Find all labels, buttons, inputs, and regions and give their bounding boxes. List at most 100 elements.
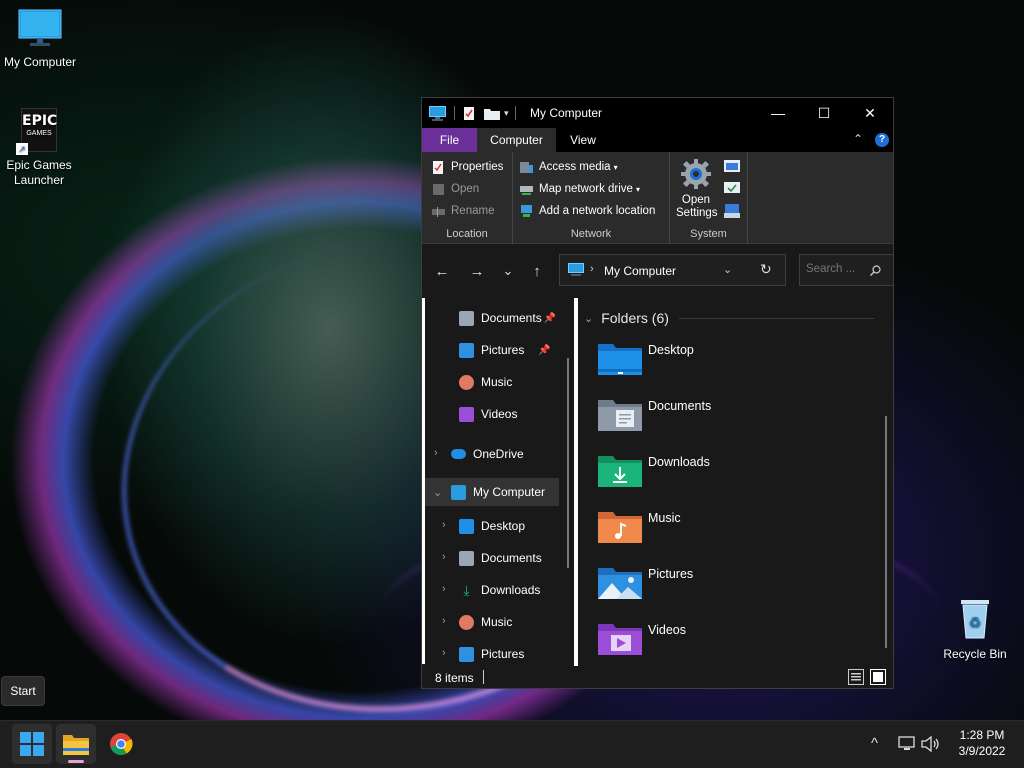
open-settings-button[interactable]: Open Settings [676, 158, 718, 220]
folder-downloads[interactable]: Downloads [598, 448, 798, 492]
system-properties-icon[interactable] [724, 182, 740, 196]
expand-chevron-icon[interactable]: › [434, 447, 438, 459]
manage-computer-icon[interactable] [724, 204, 740, 218]
uninstall-program-icon[interactable] [724, 160, 740, 174]
open-settings-label-line1: Open [681, 194, 711, 206]
expand-chevron-icon[interactable]: › [442, 519, 446, 531]
chrome-icon [110, 733, 133, 755]
downloads-folder-icon [598, 456, 642, 487]
tab-view[interactable]: View [556, 128, 610, 152]
nav-item-documents[interactable]: Documents [459, 546, 542, 570]
collapse-ribbon-icon[interactable]: ⌃ [853, 132, 863, 146]
volume-icon[interactable] [921, 736, 941, 752]
nav-item-pictures[interactable]: Pictures [459, 642, 524, 664]
add-network-location-button[interactable]: Add a network location [520, 202, 655, 220]
expand-chevron-icon[interactable]: › [442, 583, 446, 595]
maximize-button[interactable]: ☐ [801, 98, 847, 128]
access-media-button[interactable]: Access media ▾ [520, 158, 618, 176]
nav-item-label: Pictures [481, 647, 525, 661]
nav-item-onedrive[interactable]: OneDrive [451, 442, 524, 466]
taskbar-chrome-button[interactable] [101, 724, 141, 764]
collapse-chevron-icon[interactable]: ⌄ [433, 486, 442, 499]
ribbon-group-network: Access media ▾ Map network drive ▾ Add a… [513, 152, 670, 244]
music-folder-icon [598, 512, 642, 543]
music-icon [459, 614, 474, 630]
nav-item-my-computer[interactable]: My Computer [451, 480, 545, 504]
refresh-button[interactable]: ↻ [760, 261, 772, 278]
folder-videos[interactable]: Videos [598, 616, 798, 660]
network-icon[interactable] [898, 736, 916, 752]
nav-item-label: Pictures [481, 343, 525, 357]
ribbon-group-system: Open Settings System [670, 152, 748, 244]
clock[interactable]: 1:28 PM 3/9/2022 [950, 727, 1014, 759]
help-icon[interactable]: ? [875, 133, 889, 147]
nav-item-pictures-pinned[interactable]: Pictures 📌 [459, 338, 551, 362]
nav-item-music-pinned[interactable]: Music [459, 370, 512, 394]
monitor-icon [18, 9, 62, 46]
new-folder-qa-icon[interactable] [484, 107, 500, 120]
folder-music[interactable]: Music [598, 504, 798, 548]
network-location-icon [521, 204, 532, 217]
navpane-scrollbar[interactable] [567, 358, 569, 568]
content-scrollbar[interactable] [885, 416, 887, 648]
nav-item-music[interactable]: Music [459, 610, 512, 634]
expand-chevron-icon[interactable]: › [442, 615, 446, 627]
desktop-icon-recycle-bin[interactable]: ♻ Recycle Bin [935, 596, 1015, 662]
folder-label: Pictures [648, 567, 694, 581]
taskbar-file-explorer-button[interactable] [56, 724, 96, 764]
recycle-bin-icon: ♻ [961, 600, 989, 639]
navigation-pane[interactable]: Documents 📌 Pictures 📌 Music Videos › On… [422, 298, 574, 664]
rename-button[interactable]: Rename [432, 202, 494, 220]
forward-button[interactable]: → [465, 259, 489, 283]
nav-item-label: Desktop [481, 519, 526, 533]
qa-dropdown-icon[interactable]: ▾ [504, 108, 509, 119]
breadcrumb-my-computer[interactable]: My Computer [604, 264, 676, 278]
folder-pictures[interactable]: Pictures [598, 560, 798, 604]
back-button[interactable]: ← [430, 259, 454, 283]
content-pane[interactable]: ⌄ Folders (6) Desktop Documents Download… [578, 298, 893, 666]
close-button[interactable]: ✕ [847, 98, 893, 128]
svg-text:♻: ♻ [969, 615, 982, 631]
start-button[interactable] [12, 724, 52, 764]
pin-icon: 📌 [543, 312, 557, 324]
folder-documents[interactable]: Documents [598, 392, 798, 436]
show-hidden-icons-button[interactable]: ^ [871, 735, 878, 752]
title-bar[interactable]: ▾ My Computer — ☐ ✕ [422, 98, 893, 128]
nav-item-videos-pinned[interactable]: Videos [459, 402, 517, 426]
group-header-divider [678, 317, 874, 319]
properties-button[interactable]: Properties [432, 158, 503, 176]
address-dropdown-icon[interactable]: ⌄ [723, 263, 732, 276]
tab-computer[interactable]: Computer [477, 128, 556, 152]
epic-games-logo-icon: EPIC GAMES ↗ [16, 108, 57, 155]
expand-chevron-icon[interactable]: › [442, 551, 446, 563]
start-tooltip: Start [1, 676, 45, 706]
expand-chevron-icon[interactable]: › [442, 647, 446, 659]
tab-file[interactable]: File [422, 128, 477, 152]
minimize-button[interactable]: — [755, 98, 801, 128]
properties-icon [433, 160, 443, 174]
recent-locations-button[interactable]: ⌄ [496, 259, 520, 283]
separator [514, 106, 516, 120]
onedrive-cloud-icon [451, 449, 466, 459]
open-button[interactable]: Open [432, 180, 479, 198]
details-view-icon[interactable] [848, 669, 864, 685]
group-header-folders[interactable]: ⌄ Folders (6) [584, 308, 874, 328]
pictures-icon [459, 646, 474, 662]
properties-qa-icon[interactable] [463, 106, 476, 121]
folder-desktop[interactable]: Desktop [598, 336, 798, 380]
large-icons-view-icon[interactable] [870, 669, 886, 685]
quick-access-toolbar: ▾ [429, 104, 522, 122]
nav-item-label: Videos [481, 407, 518, 421]
videos-folder-icon [598, 624, 642, 655]
up-button[interactable]: ↑ [525, 259, 549, 283]
open-icon [433, 183, 444, 195]
address-bar[interactable]: › My Computer ⌄ ↻ [559, 254, 786, 286]
nav-item-documents-pinned[interactable]: Documents 📌 [459, 306, 556, 330]
map-network-drive-button[interactable]: Map network drive ▾ [520, 180, 640, 198]
search-box[interactable] [799, 254, 894, 286]
nav-item-downloads[interactable]: ⤓ Downloads [459, 578, 540, 602]
desktop-icon-epic-games-launcher[interactable]: EPIC GAMES ↗ Epic Games Launcher [0, 108, 79, 188]
nav-item-desktop[interactable]: Desktop [459, 514, 525, 538]
desktop-icon-my-computer[interactable]: My Computer [0, 8, 80, 70]
search-input[interactable] [806, 263, 868, 275]
